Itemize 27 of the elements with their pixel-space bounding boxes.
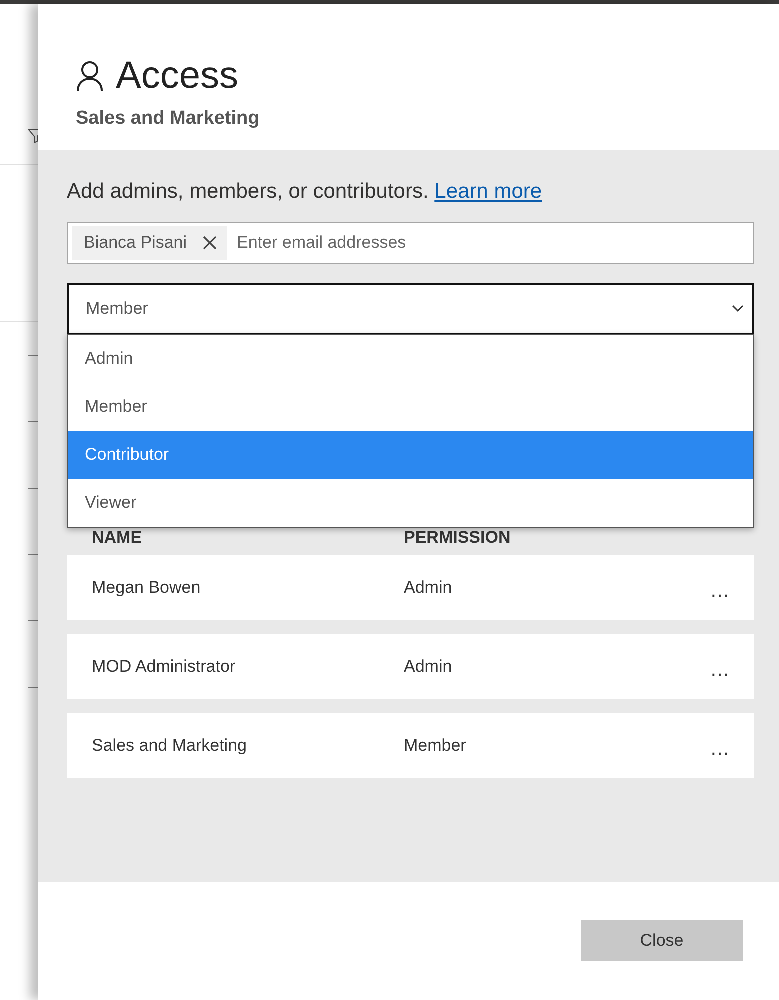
member-permission: Admin <box>404 578 454 598</box>
chevron-down-icon <box>732 305 744 313</box>
panel-subtitle: Sales and Marketing <box>76 108 261 130</box>
panel-title: Access <box>116 54 238 98</box>
member-permission: Member <box>404 736 468 756</box>
member-permission: Admin <box>404 656 454 676</box>
member-name: Megan Bowen <box>91 578 202 598</box>
dropdown-option[interactable]: Contributor <box>68 431 753 479</box>
column-header: NAME <box>91 528 144 548</box>
email-field[interactable]: Enter email addresses <box>235 232 753 254</box>
chip-label: Bianca Pisani <box>84 233 188 253</box>
member-name: Sales and Marketing <box>91 736 248 756</box>
dropdown-option[interactable]: Admin <box>68 335 753 383</box>
role-dropdown[interactable]: Member <box>67 283 754 335</box>
column-header: PERMISSION <box>404 528 512 548</box>
dropdown-option[interactable]: Viewer <box>68 479 753 527</box>
member-name: MOD Administrator <box>91 656 237 676</box>
more-options-button[interactable]: … <box>708 730 732 761</box>
close-icon[interactable] <box>203 236 218 250</box>
dropdown-option[interactable]: Member <box>68 383 753 431</box>
instruction-text: Add admins, members, or contributors. <box>67 180 429 203</box>
more-options-button[interactable]: … <box>708 651 732 682</box>
recipient-field[interactable]: Bianca Pisani Enter email addresses <box>67 222 754 264</box>
person-icon <box>76 61 104 91</box>
close-button[interactable]: Close <box>581 920 743 961</box>
more-options-button[interactable]: … <box>708 572 732 603</box>
learn-more-link[interactable]: Learn more <box>434 180 542 203</box>
